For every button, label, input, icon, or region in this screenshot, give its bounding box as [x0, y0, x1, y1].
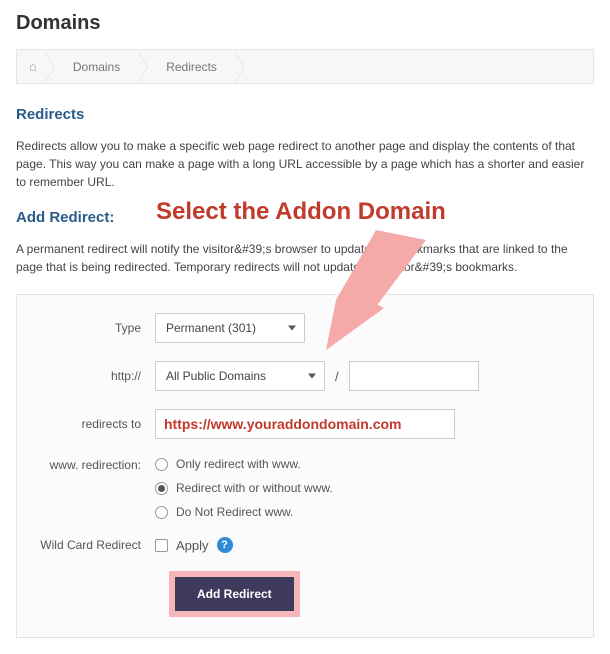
domain-select-value: All Public Domains	[166, 369, 266, 383]
www-option-label: Redirect with or without www.	[176, 481, 333, 495]
submit-highlight: Add Redirect	[169, 571, 300, 617]
type-select[interactable]: Permanent (301)	[155, 313, 305, 343]
checkbox-icon	[155, 539, 168, 552]
type-select-value: Permanent (301)	[166, 321, 256, 335]
section-redirects-desc: Redirects allow you to make a specific w…	[16, 137, 594, 191]
page-title: Domains	[16, 12, 594, 35]
http-label: http://	[35, 369, 155, 383]
domain-select[interactable]: All Public Domains	[155, 361, 325, 391]
chevron-down-icon	[308, 374, 316, 379]
breadcrumb-separator	[138, 51, 148, 83]
chevron-down-icon	[288, 326, 296, 331]
breadcrumb-separator	[235, 51, 245, 83]
path-separator: /	[335, 369, 339, 384]
www-option-only[interactable]: Only redirect with www.	[155, 457, 333, 471]
radio-icon	[155, 482, 168, 495]
www-redirection-group: Only redirect with www. Redirect with or…	[155, 457, 333, 519]
annotation-text: Select the Addon Domain	[156, 198, 446, 226]
breadcrumb-redirects[interactable]: Redirects	[156, 60, 227, 74]
radio-icon	[155, 458, 168, 471]
type-label: Type	[35, 321, 155, 335]
radio-icon	[155, 506, 168, 519]
wildcard-label: Wild Card Redirect	[35, 538, 155, 552]
redirects-to-label: redirects to	[35, 417, 155, 431]
redirects-to-input[interactable]: https://www.youraddondomain.com	[155, 409, 455, 439]
add-redirect-button[interactable]: Add Redirect	[175, 577, 294, 611]
wildcard-apply[interactable]: Apply	[155, 538, 209, 553]
www-option-none[interactable]: Do Not Redirect www.	[155, 505, 333, 519]
breadcrumb-domains[interactable]: Domains	[63, 60, 130, 74]
www-option-label: Do Not Redirect www.	[176, 505, 293, 519]
wildcard-apply-label: Apply	[176, 538, 209, 553]
home-icon[interactable]: ⌂	[29, 59, 37, 74]
path-input[interactable]	[349, 361, 479, 391]
redirects-to-overlay: https://www.youraddondomain.com	[164, 416, 401, 432]
www-option-label: Only redirect with www.	[176, 457, 301, 471]
section-add-redirect-desc: A permanent redirect will notify the vis…	[16, 240, 594, 276]
breadcrumb-separator	[45, 51, 55, 83]
breadcrumb: ⌂ Domains Redirects	[16, 49, 594, 84]
www-redirection-label: www. redirection:	[35, 457, 155, 472]
www-option-both[interactable]: Redirect with or without www.	[155, 481, 333, 495]
section-redirects-heading: Redirects	[16, 106, 594, 123]
redirect-form: Type Permanent (301) http:// All Public …	[16, 294, 594, 638]
help-icon[interactable]: ?	[217, 537, 233, 553]
